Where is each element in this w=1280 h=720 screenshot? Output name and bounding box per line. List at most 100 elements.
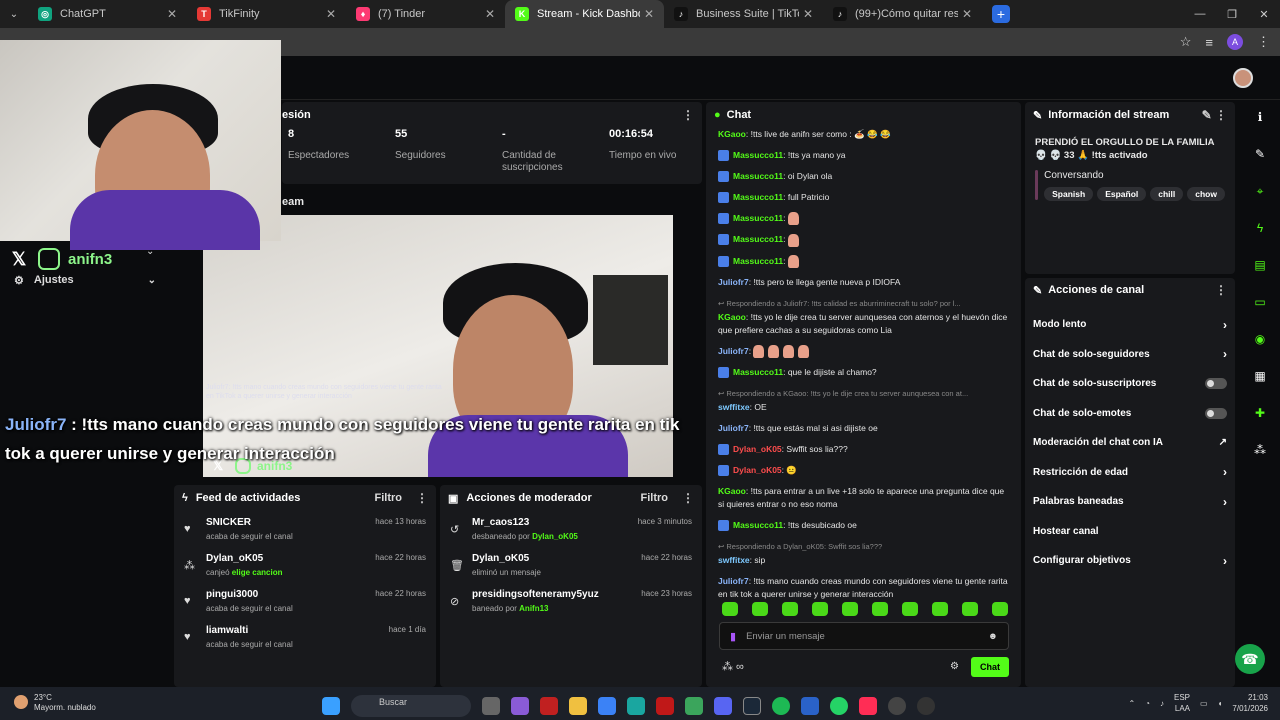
list-item[interactable]: ♥ pingui3000 acaba de seguir el canal hace … xyxy=(174,583,436,619)
clipboard-icon[interactable]: ▤ xyxy=(1240,250,1280,287)
app-icon[interactable] xyxy=(888,697,906,715)
taskbar-search[interactable]: Buscar xyxy=(351,695,471,717)
user-avatar[interactable] xyxy=(1233,68,1253,88)
help-button[interactable]: ☎ xyxy=(1235,644,1265,674)
app-icon[interactable] xyxy=(540,697,558,715)
app-icon[interactable] xyxy=(656,697,674,715)
emote-icon[interactable] xyxy=(872,602,888,616)
chat-username[interactable]: Massucco11 xyxy=(733,256,783,266)
chrome-icon[interactable] xyxy=(685,697,703,715)
maximize-icon[interactable]: ❐ xyxy=(1216,8,1248,21)
browser-tab[interactable]: T TikFinity ✕ xyxy=(187,0,346,28)
emote-icon[interactable] xyxy=(932,602,948,616)
folder-icon[interactable] xyxy=(569,697,587,715)
profile-avatar[interactable]: A xyxy=(1227,34,1243,50)
list-item[interactable]: ♥ liamwalti acaba de seguir el canal hace 1… xyxy=(174,619,436,655)
chat-icon[interactable]: ▭ xyxy=(1240,287,1280,324)
lang-indicator[interactable]: ESP LAA xyxy=(1174,692,1190,714)
close-tab-icon[interactable]: ✕ xyxy=(644,7,654,21)
channel-action-item[interactable]: Restricción de edad › xyxy=(1025,458,1235,488)
chat-username[interactable]: Massucco11 xyxy=(733,150,783,160)
list-item[interactable]: ⁂ Dylan_oK05 canjeó elige cancion hace 22 h… xyxy=(174,547,436,583)
app-icon[interactable] xyxy=(482,697,500,715)
volume-icon[interactable]: ◖ xyxy=(1218,699,1223,708)
list-item[interactable]: ⊘ presidingsofteneramy5yuz baneado por Ani… xyxy=(440,583,702,619)
list-item[interactable]: 🗑 Dylan_oK05 eliminó un mensaje hace 22 hor… xyxy=(440,547,702,583)
chat-extras-icon[interactable]: ⁂ ∞ xyxy=(722,660,744,673)
chat-username[interactable]: KGaoo xyxy=(718,129,746,139)
close-window-icon[interactable]: ✕ xyxy=(1248,8,1280,21)
chat-username[interactable]: Massucco11 xyxy=(733,171,783,181)
item-name[interactable]: Dylan_oK05 xyxy=(206,553,282,564)
item-name[interactable]: Dylan_oK05 xyxy=(472,553,541,564)
close-tab-icon[interactable]: ✕ xyxy=(326,7,336,21)
item-name[interactable]: pingui3000 xyxy=(206,589,293,600)
chat-username[interactable]: KGaoo xyxy=(718,486,746,496)
emote-icon[interactable] xyxy=(752,602,768,616)
mod-menu-icon[interactable]: ⋮ xyxy=(682,491,694,505)
new-tab-button[interactable]: + xyxy=(992,5,1010,23)
mod-filter-button[interactable]: Filtro xyxy=(641,492,669,504)
chat-username[interactable]: swffitxe xyxy=(718,555,750,565)
stream-tag[interactable]: chill xyxy=(1150,187,1184,201)
channel-action-item[interactable]: Configurar objetivos › xyxy=(1025,546,1235,576)
discord-icon[interactable] xyxy=(714,697,732,715)
info-icon[interactable]: ℹ xyxy=(1240,102,1280,139)
store-icon[interactable] xyxy=(598,697,616,715)
app-icon[interactable] xyxy=(801,697,819,715)
weather-widget[interactable]: 23°C Mayorm. nublado xyxy=(14,693,96,713)
emote-icon[interactable] xyxy=(962,602,978,616)
tools-icon[interactable]: ✚ xyxy=(1240,398,1280,435)
feed-menu-icon[interactable]: ⋮ xyxy=(416,491,428,505)
browser-tab[interactable]: ♦ (7) Tinder ✕ xyxy=(346,0,505,28)
emote-icon[interactable] xyxy=(782,602,798,616)
item-name[interactable]: liamwalti xyxy=(206,625,293,636)
extensions-icon[interactable]: ⁂ xyxy=(1240,435,1280,472)
chat-username[interactable]: Juliofr7 xyxy=(718,423,749,433)
browser-tab[interactable]: K Stream - Kick Dashboard ✕ xyxy=(505,0,664,28)
target-icon[interactable]: ⌖ xyxy=(1240,176,1280,213)
emote-icon[interactable] xyxy=(902,602,918,616)
emote-icon[interactable] xyxy=(992,602,1008,616)
edge-icon[interactable] xyxy=(627,697,645,715)
actions-menu-icon[interactable]: ⋮ xyxy=(1215,283,1227,297)
bookmark-star-icon[interactable]: ☆ xyxy=(1180,34,1192,50)
toggle-switch[interactable] xyxy=(1205,378,1227,390)
stream-tag[interactable]: Español xyxy=(1097,187,1147,201)
nav-item-settings[interactable]: ⚙ Ajustes ⌄ xyxy=(0,270,170,290)
chat-username[interactable]: Juliofr7 xyxy=(718,346,749,356)
chat-username[interactable]: Juliofr7 xyxy=(718,576,749,586)
list-item[interactable]: ↺ Mr_caos123 desbaneado por Dylan_oK05 hace… xyxy=(440,511,702,547)
display-icon[interactable]: ▭ xyxy=(1200,699,1208,708)
edit-info-icon[interactable]: ✎ ⋮ xyxy=(1202,108,1227,122)
emoji-icon[interactable]: ☻ xyxy=(988,631,998,642)
send-chat-button[interactable]: Chat xyxy=(971,657,1009,677)
emote-icon[interactable] xyxy=(812,602,828,616)
close-tab-icon[interactable]: ✕ xyxy=(167,7,177,21)
tray-chevron-icon[interactable]: ⌃ xyxy=(1128,699,1135,708)
bolt-icon[interactable]: ϟ xyxy=(1240,213,1280,250)
chat-username[interactable]: Dylan_oK05 xyxy=(733,465,782,475)
channel-action-item[interactable]: Chat de solo-emotes xyxy=(1025,399,1235,429)
toggle-switch[interactable] xyxy=(1205,407,1227,419)
chat-username[interactable]: Massucco11 xyxy=(733,234,783,244)
channel-action-item[interactable]: Modo lento › xyxy=(1025,310,1235,340)
browser-menu-icon[interactable]: ⋮ xyxy=(1257,34,1270,50)
item-name[interactable]: SNICKER xyxy=(206,517,293,528)
chat-username[interactable]: Dylan_oK05 xyxy=(733,444,782,454)
channel-action-item[interactable]: Chat de solo-seguidores › xyxy=(1025,340,1235,370)
feed-filter-button[interactable]: Filtro xyxy=(375,492,403,504)
channel-action-item[interactable]: Palabras baneadas › xyxy=(1025,487,1235,517)
stream-tag[interactable]: chow xyxy=(1187,187,1225,201)
close-tab-icon[interactable]: ✕ xyxy=(962,7,972,21)
mic-icon[interactable]: ▮ xyxy=(730,630,736,643)
pen-icon[interactable]: ✎ xyxy=(1240,139,1280,176)
chat-username[interactable]: swffitxe xyxy=(718,402,750,412)
layout-icon[interactable]: ▦ xyxy=(1240,361,1280,398)
tiktok-icon[interactable] xyxy=(859,697,877,715)
chat-username[interactable]: Massucco11 xyxy=(733,520,783,530)
item-name[interactable]: Mr_caos123 xyxy=(472,517,578,528)
chat-settings-icon[interactable]: ⚙ xyxy=(950,661,959,672)
browser-tab[interactable]: ◎ ChatGPT ✕ xyxy=(28,0,187,28)
close-tab-icon[interactable]: ✕ xyxy=(485,7,495,21)
